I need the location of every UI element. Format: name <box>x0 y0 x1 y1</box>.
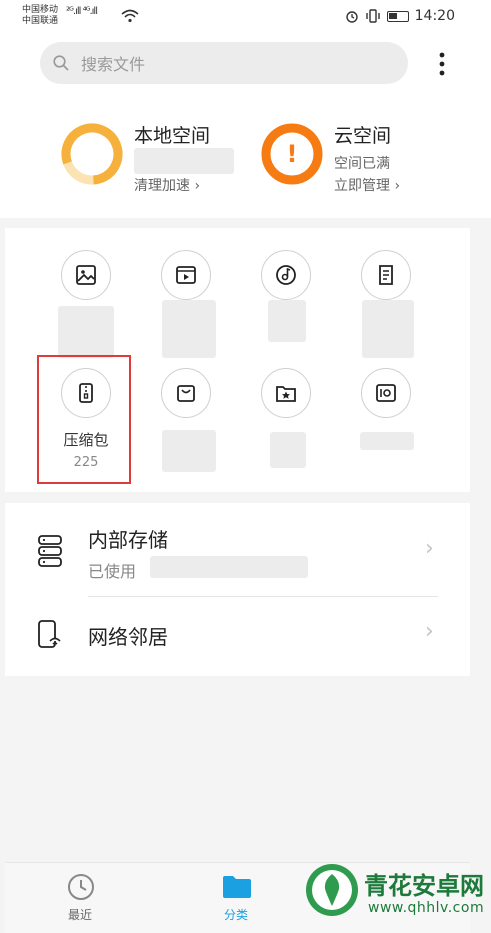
clock-icon <box>68 874 94 900</box>
divider <box>88 596 438 597</box>
network-neighbor-title: 网络邻居 <box>88 625 168 649</box>
cloud-space-ring[interactable]: ! <box>260 122 324 186</box>
cloud-space-status: 空间已满 <box>334 156 390 172</box>
shopping-bag-icon[interactable] <box>161 368 211 418</box>
chevron-right-icon: › <box>425 619 434 644</box>
clock: 14:20 <box>414 8 455 24</box>
chevron-right-icon: › <box>425 536 434 561</box>
carrier-2: 中国联通 <box>22 16 59 26</box>
status-right: 14:20 <box>345 8 455 24</box>
local-space-cleanup-link[interactable]: 清理加速 › <box>134 175 200 195</box>
search-placeholder: 搜索文件 <box>81 55 146 74</box>
local-space-size-redacted <box>134 148 234 174</box>
images-label-redacted <box>58 306 114 358</box>
storage-usage-redacted <box>150 556 308 578</box>
search-input[interactable]: 搜索文件 <box>40 42 408 84</box>
network-neighbor-row[interactable] <box>5 598 470 672</box>
more-options-icon[interactable] <box>432 50 452 78</box>
nav-category-label: 分类 <box>224 908 249 922</box>
music-icon[interactable] <box>261 250 311 300</box>
local-space-usage-ring[interactable] <box>60 122 124 186</box>
storage-icon <box>38 535 62 567</box>
video-icon[interactable] <box>161 250 211 300</box>
watermark-logo <box>306 864 358 916</box>
network-icon <box>38 620 61 648</box>
cloud-space-title[interactable]: 云空间 <box>334 121 391 148</box>
music-label-redacted <box>268 300 306 342</box>
folder-icon <box>223 876 251 898</box>
watermark-name: 青花安卓网 <box>364 872 484 900</box>
cloud-space-manage-link[interactable]: 立即管理 › <box>334 175 400 195</box>
nav-recent-label: 最近 <box>68 908 93 922</box>
safe-icon[interactable] <box>361 368 411 418</box>
search-icon <box>53 55 69 71</box>
local-space-title[interactable]: 本地空间 <box>134 121 210 148</box>
highlight-box <box>37 355 131 484</box>
internal-storage-row[interactable] <box>5 505 470 595</box>
installers-label-redacted <box>162 430 216 472</box>
alarm-icon <box>345 11 358 23</box>
document-icon[interactable] <box>361 250 411 300</box>
carrier-info: 中国移动 中国联通 <box>22 5 58 27</box>
signal-icon: ²ᴳ.ıll ⁴ᴳ.ıll <box>66 6 98 17</box>
nav-recent[interactable]: 最近 <box>50 868 114 928</box>
favorites-label-redacted <box>270 432 306 468</box>
documents-label-redacted <box>362 300 414 358</box>
videos-label-redacted <box>162 300 216 358</box>
watermark: 青花安卓网 www.qhhlv.com <box>300 852 491 932</box>
safe-label-redacted <box>360 432 414 450</box>
nav-category[interactable]: 分类 <box>206 868 270 928</box>
favorites-icon[interactable] <box>261 368 311 418</box>
carrier-1: 中国移动 <box>22 5 59 15</box>
image-icon[interactable] <box>61 250 111 300</box>
battery-icon <box>386 10 409 22</box>
watermark-url: www.qhhlv.com <box>368 900 485 916</box>
vibrate-icon <box>365 9 380 23</box>
cloud-alert-icon: ! <box>287 140 298 168</box>
internal-storage-title: 内部存储 <box>88 528 168 552</box>
internal-storage-usage: 已使用 <box>88 562 137 581</box>
wifi-icon <box>121 8 139 27</box>
